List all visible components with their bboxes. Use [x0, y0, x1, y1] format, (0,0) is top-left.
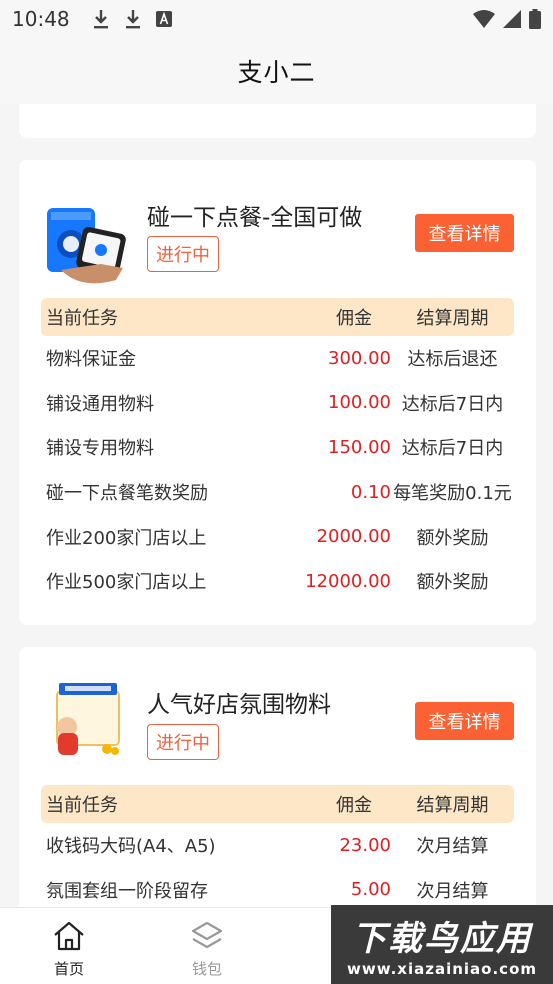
task-cycle: 额外奖励 — [416, 572, 489, 594]
task-name: 碰一下点餐笔数奖励 — [46, 483, 208, 505]
table-header: 当前任务 佣金 结算周期 — [41, 298, 514, 336]
font-a-icon — [155, 11, 172, 27]
task-cycle: 次月结算 — [416, 880, 489, 902]
download-icon — [125, 10, 140, 29]
task-fee: 23.00 — [339, 834, 391, 856]
view-details-button[interactable]: 查看详情 — [415, 214, 514, 252]
task-name: 铺设通用物料 — [46, 393, 154, 415]
table-row: 作业500家门店以上 12000.00 额外奖励 — [41, 559, 514, 604]
header-cycle: 结算周期 — [416, 308, 489, 329]
task-name: 收钱码大码(A4、A5) — [46, 836, 216, 858]
task-fee: 2000.00 — [316, 526, 391, 548]
table-row: 物料保证金 300.00 达标后退还 — [41, 336, 514, 381]
task-list[interactable]: 碰一下点餐-全国可做 进行中 查看详情 当前任务 佣金 结算周期 物料保证金 3… — [0, 104, 553, 907]
task-fee: 300.00 — [328, 347, 391, 369]
system-icons — [473, 9, 541, 29]
header-task: 当前任务 — [46, 308, 118, 329]
watermark-title: 下载鸟应用 — [352, 919, 532, 959]
table-header: 当前任务 佣金 结算周期 — [41, 785, 514, 823]
task-cycle: 达标后7日内 — [401, 438, 504, 460]
page-title: 支小二 — [237, 58, 316, 87]
app-header: 支小二 — [0, 38, 553, 104]
table-row: 碰一下点餐笔数奖励 0.10 每笔奖励0.1元 — [41, 470, 514, 515]
tap-pay-thumbnail — [47, 208, 126, 284]
task-card: 人气好店氛围物料 进行中 查看详情 当前任务 佣金 结算周期 收钱码大码(A4、… — [19, 647, 536, 907]
shop-poster-thumbnail — [56, 683, 120, 755]
task-card-partial — [19, 104, 536, 138]
download-icon — [93, 10, 108, 29]
task-fee: 0.10 — [350, 481, 391, 503]
task-fee: 12000.00 — [305, 570, 391, 592]
table-row: 铺设专用物料 150.00 达标后7日内 — [41, 425, 514, 470]
task-table: 当前任务 佣金 结算周期 收钱码大码(A4、A5) 23.00 次月结算 氛围套… — [41, 785, 514, 907]
task-card: 碰一下点餐-全国可做 进行中 查看详情 当前任务 佣金 结算周期 物料保证金 3… — [19, 160, 536, 625]
signal-icon — [503, 10, 521, 28]
task-name: 作业500家门店以上 — [46, 572, 207, 594]
table-row: 作业200家门店以上 2000.00 额外奖励 — [41, 514, 514, 559]
task-fee: 150.00 — [328, 436, 391, 458]
status-badge: 进行中 — [147, 724, 219, 760]
wifi-icon — [473, 10, 495, 28]
watermark-url: www.xiazainiao.com — [346, 960, 538, 978]
header-cycle: 结算周期 — [416, 795, 489, 816]
task-title: 人气好店氛围物料 — [147, 692, 331, 718]
task-title: 碰一下点餐-全国可做 — [147, 205, 363, 231]
nav-label-home: 首页 — [53, 960, 84, 978]
task-name: 氛围套组一阶段留存 — [46, 880, 208, 902]
task-name: 铺设专用物料 — [46, 438, 154, 460]
battery-icon — [529, 9, 541, 29]
nav-item-home[interactable]: 首页 — [0, 908, 138, 984]
table-row: 氛围套组一阶段留存 5.00 次月结算 — [41, 868, 514, 907]
task-cycle: 达标后7日内 — [401, 393, 504, 415]
table-row: 收钱码大码(A4、A5) 23.00 次月结算 — [41, 823, 514, 868]
layers-icon — [191, 921, 223, 949]
task-cycle: 达标后退还 — [407, 349, 498, 371]
watermark-logo: 下载鸟应用 www.xiazainiao.com — [331, 905, 553, 984]
task-table: 当前任务 佣金 结算周期 物料保证金 300.00 达标后退还 铺设通用物料 1… — [41, 298, 514, 604]
header-fee: 佣金 — [336, 795, 372, 816]
nav-label-wallet: 钱包 — [191, 960, 222, 978]
nav-item-wallet[interactable]: 钱包 — [138, 908, 276, 984]
task-name: 物料保证金 — [46, 349, 136, 371]
header-fee: 佣金 — [336, 308, 372, 329]
task-name: 作业200家门店以上 — [46, 527, 207, 549]
header-task: 当前任务 — [46, 795, 118, 816]
status-badge: 进行中 — [147, 236, 219, 272]
task-cycle: 额外奖励 — [416, 527, 489, 549]
notification-icons — [92, 8, 172, 30]
task-fee: 100.00 — [328, 392, 391, 414]
status-time: 10:48 — [12, 7, 70, 31]
table-row: 铺设通用物料 100.00 达标后7日内 — [41, 381, 514, 426]
status-bar: 10:48 — [0, 0, 553, 38]
home-icon — [54, 921, 84, 951]
task-fee: 5.00 — [350, 879, 391, 901]
task-cycle: 次月结算 — [416, 836, 489, 858]
view-details-button[interactable]: 查看详情 — [415, 702, 514, 740]
task-cycle: 每笔奖励0.1元 — [393, 483, 512, 505]
